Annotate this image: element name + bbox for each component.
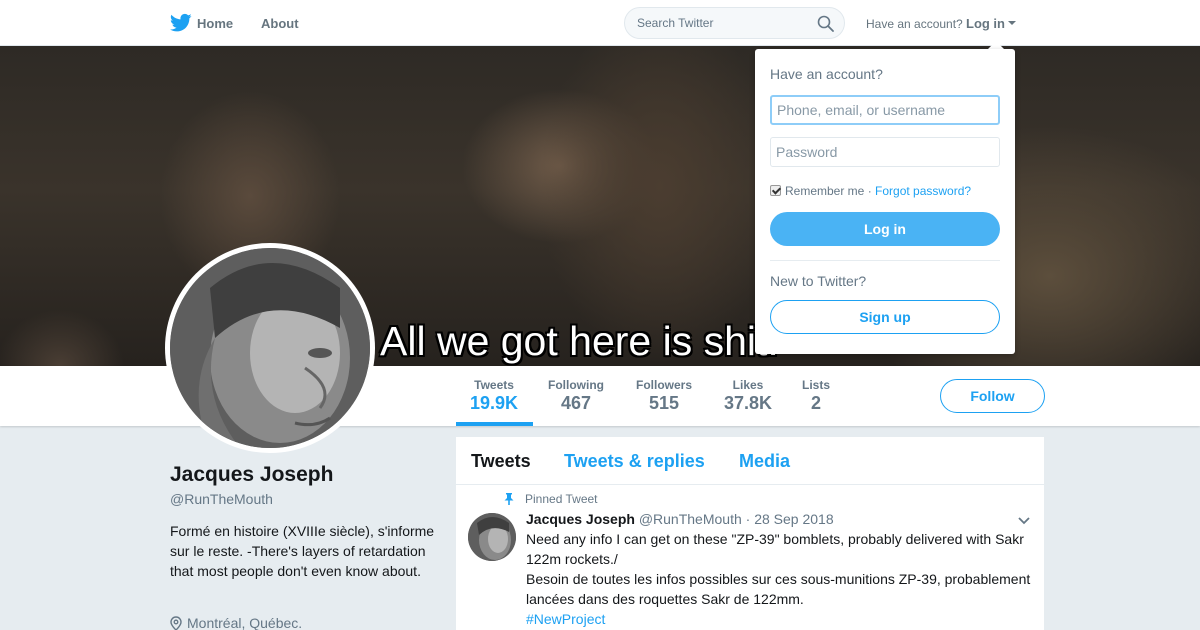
profile-name[interactable]: Jacques Joseph <box>170 463 333 487</box>
tweet-timestamp[interactable]: · 28 Sep 2018 <box>746 511 834 527</box>
password-field[interactable] <box>770 137 1000 167</box>
stat-followers[interactable]: Followers 515 <box>636 378 692 414</box>
tweet-text: Need any info I can get on these "ZP-39"… <box>526 529 1036 629</box>
stat-label: Tweets <box>474 378 514 392</box>
profile-avatar[interactable] <box>165 243 375 453</box>
stat-label: Followers <box>636 378 693 392</box>
remember-me-checkbox[interactable] <box>770 185 781 196</box>
login-button[interactable]: Log in <box>770 212 1000 246</box>
location-pin-icon <box>170 616 182 630</box>
tweet-header: Jacques Joseph @RunTheMouth · 28 Sep 201… <box>526 511 834 527</box>
stat-label: Lists <box>802 378 831 392</box>
remember-me-row: Remember me · Forgot password? <box>770 184 971 198</box>
stat-value: 2 <box>811 393 822 413</box>
nav-home-link[interactable]: Home <box>197 16 233 31</box>
tweet-author-name[interactable]: Jacques Joseph <box>526 511 635 527</box>
forgot-password-link[interactable]: Forgot password? <box>875 184 971 198</box>
remember-me-label[interactable]: Remember me <box>785 184 864 198</box>
username-field[interactable] <box>770 95 1000 125</box>
pin-icon <box>504 493 514 505</box>
stat-following[interactable]: Following 467 <box>548 378 604 414</box>
stat-value: 515 <box>648 393 680 413</box>
bust-portrait-image <box>170 248 370 448</box>
stat-likes[interactable]: Likes 37.8K <box>724 378 772 414</box>
stat-label: Following <box>548 378 604 392</box>
location-text: Montréal, Québec. <box>187 615 303 630</box>
tweet-hashtag-link[interactable]: #NewProject <box>526 609 1036 629</box>
twitter-bird-icon[interactable] <box>170 13 192 33</box>
tab-tweets-replies[interactable]: Tweets & replies <box>564 451 705 472</box>
stat-value: 19.9K <box>470 393 519 413</box>
login-dropdown-title: Have an account? <box>770 66 883 82</box>
tweet-text-english: Need any info I can get on these "ZP-39"… <box>526 531 1024 567</box>
follow-button[interactable]: Follow <box>940 379 1045 413</box>
profile-handle[interactable]: @RunTheMouth <box>170 491 273 507</box>
timeline: Tweets Tweets & replies Media Pinned Twe… <box>456 437 1044 630</box>
timeline-tabs: Tweets Tweets & replies Media <box>456 437 1044 485</box>
search-box[interactable]: Search Twitter <box>624 7 845 39</box>
search-icon[interactable] <box>817 15 834 32</box>
divider <box>770 260 1000 261</box>
stat-lists[interactable]: Lists 2 <box>802 378 830 414</box>
avatar-image <box>170 248 370 448</box>
stat-value: 467 <box>560 393 592 413</box>
stat-label: Likes <box>732 378 764 392</box>
tweet-author-avatar[interactable] <box>468 513 516 561</box>
login-menu-link[interactable]: Log in <box>966 16 1005 31</box>
caret-down-icon[interactable] <box>1008 21 1016 25</box>
separator-dot: · <box>864 184 876 198</box>
tab-tweets[interactable]: Tweets <box>471 451 531 472</box>
tab-media[interactable]: Media <box>739 451 790 472</box>
stat-value: 37.8K <box>724 393 773 413</box>
profile-bio: Formé en histoire (XVIIIe siècle), s'inf… <box>170 523 435 579</box>
pinned-tweet-label: Pinned Tweet <box>525 492 598 506</box>
banner-caption: All we got here is shit. <box>380 318 779 364</box>
new-to-twitter-text: New to Twitter? <box>770 273 867 289</box>
nav-about-link[interactable]: About <box>261 16 299 31</box>
active-stat-underline <box>456 422 533 426</box>
avatar-thumbnail-image <box>468 513 516 561</box>
search-input[interactable]: Search Twitter <box>637 16 713 30</box>
login-dropdown: Have an account? Remember me · Forgot pa… <box>755 49 1015 354</box>
tweet-author-handle[interactable]: @RunTheMouth <box>639 511 742 527</box>
have-account-text: Have an account? <box>866 17 963 31</box>
chevron-down-icon[interactable] <box>1018 517 1030 525</box>
top-navigation-bar: Home About Search Twitter Have an accoun… <box>0 0 1200 46</box>
profile-location: Montréal, Québec. <box>170 615 302 630</box>
tweet-text-french: Besoin de toutes les infos possibles sur… <box>526 571 1031 607</box>
stat-tweets[interactable]: Tweets 19.9K <box>470 378 518 414</box>
signup-button[interactable]: Sign up <box>770 300 1000 334</box>
